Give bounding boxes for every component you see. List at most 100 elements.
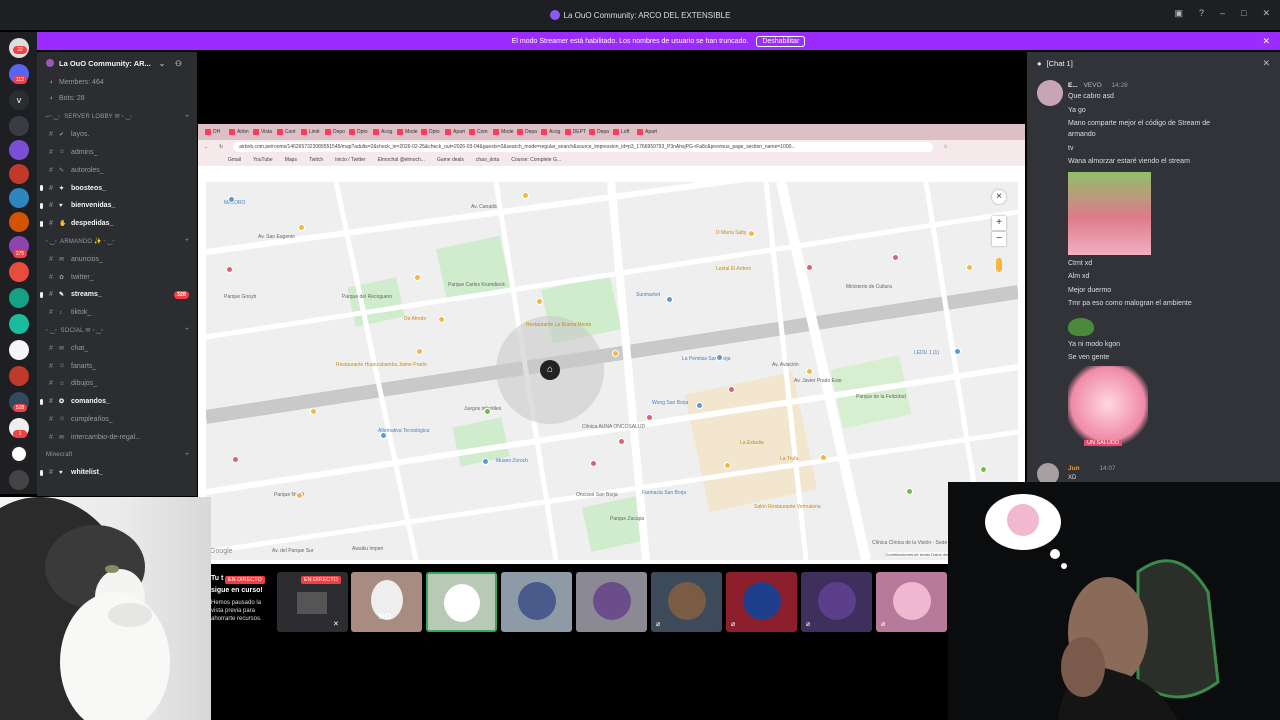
browser-tab[interactable]: DH	[202, 126, 226, 138]
map-place-label[interactable]: D María Salty	[716, 230, 746, 236]
channel-item[interactable]: # ✋ despedidas_	[37, 215, 197, 233]
map-place-label[interactable]: De Afredo	[404, 316, 426, 322]
channel-category[interactable]: ╴‿╴ ARMANDO ✨ ╴‿╴ +	[37, 233, 197, 251]
channel-item[interactable]: # ✎ streams_ 328	[37, 286, 197, 304]
server-icon[interactable]	[9, 116, 29, 136]
server-icon[interactable]	[9, 314, 29, 334]
channel-item[interactable]: # ✎ autoroles_	[37, 161, 197, 179]
channel-item[interactable]: # ✿ twitter_	[37, 268, 197, 286]
inbox-icon[interactable]: ▣	[1174, 8, 1183, 19]
map-place-label[interactable]: Salón Restaurante Vermaleria	[754, 504, 821, 510]
map-poi-pin-icon[interactable]	[696, 402, 703, 409]
server-icon[interactable]	[9, 288, 29, 308]
channel-item[interactable]: # ✦ boosteos_	[37, 179, 197, 197]
bookmark-item[interactable]: Inicio / Twitter	[335, 157, 365, 163]
zoom-in-button[interactable]: +	[992, 216, 1006, 230]
map-poi-pin-icon[interactable]	[748, 230, 755, 237]
server-icon[interactable]	[9, 164, 29, 184]
map-poi-pin-icon[interactable]	[716, 354, 723, 361]
map-poi-pin-icon[interactable]	[296, 492, 303, 499]
street-view-pegman-icon[interactable]	[996, 258, 1002, 272]
disable-streamer-button[interactable]: Deshabilitar	[756, 35, 806, 47]
close-map-button[interactable]: ×	[992, 190, 1006, 204]
participant-tile[interactable]: ⌀	[726, 572, 797, 632]
bookmark-item[interactable]: Gmail	[228, 157, 241, 163]
map-poi-pin-icon[interactable]	[820, 454, 827, 461]
participant-tile-speaking[interactable]	[426, 572, 497, 632]
browser-tab[interactable]: Mode	[490, 126, 514, 138]
map-poi-pin-icon[interactable]	[666, 296, 673, 303]
channel-category[interactable]: ⌐╴‿╴ SERVER LOBBY ✉ ╴‿╴ +	[37, 108, 197, 126]
participant-tile[interactable]	[501, 572, 572, 632]
channel-item[interactable]: # ✉ intercambio-de-regal...	[37, 428, 197, 446]
server-icon[interactable]	[9, 340, 29, 360]
minimize-button[interactable]: –	[1220, 8, 1225, 19]
map-poi-pin-icon[interactable]	[728, 386, 735, 393]
browser-tab[interactable]: Limit	[298, 126, 322, 138]
browser-tab[interactable]: Depa	[514, 126, 538, 138]
map-poi-pin-icon[interactable]	[416, 348, 423, 355]
channel-item[interactable]: # ☺ fanarts_	[37, 357, 197, 375]
map-poi-pin-icon[interactable]	[892, 254, 899, 261]
participant-tile[interactable]: NO	[351, 572, 422, 632]
map-poi-pin-icon[interactable]	[618, 438, 625, 445]
server-icon[interactable]	[9, 470, 29, 490]
browser-tab[interactable]: Vista	[250, 126, 274, 138]
map-place-label[interactable]: Sunmarket	[636, 292, 660, 298]
map-poi-pin-icon[interactable]	[612, 350, 619, 357]
channel-item[interactable]: # ♥ whitelist_	[37, 464, 197, 482]
participant-tile[interactable]: ⌀	[801, 572, 872, 632]
browser-tab[interactable]: Acog	[538, 126, 562, 138]
map-place-label[interactable]: Ministerio de Cultura	[846, 284, 892, 290]
browser-tab[interactable]: Dpto	[418, 126, 442, 138]
map-place-label[interactable]: Av. del Parque Sur	[272, 548, 314, 554]
channel-item[interactable]: # ♥ bienvenidas_	[37, 197, 197, 215]
map-place-label[interactable]: Juegos infantiles	[464, 406, 501, 412]
map-place-label[interactable]: La Trufa	[780, 456, 798, 462]
map-poi-pin-icon[interactable]	[966, 264, 973, 271]
map-place-label[interactable]: Museo Zoroch	[496, 458, 528, 464]
channel-item[interactable]: # ☺ cumpleaños_	[37, 411, 197, 429]
map-poi-pin-icon[interactable]	[980, 466, 987, 473]
map-place-label[interactable]: Clínica Clínica de la Visión - Sede	[872, 540, 947, 546]
chat-image-attachment[interactable]	[1068, 172, 1151, 255]
map-poi-pin-icon[interactable]	[522, 192, 529, 199]
bookmark-item[interactable]: Maps	[285, 157, 297, 163]
server-header[interactable]: La OuO Community: AR... ⌄ ⚇	[37, 52, 197, 74]
add-channel-icon[interactable]: +	[185, 114, 189, 120]
map-place-label[interactable]: Av. Javier Prado Este	[794, 378, 842, 384]
close-banner-icon[interactable]: ✕	[1262, 36, 1270, 47]
browser-tab[interactable]: Apart	[442, 126, 466, 138]
close-chat-icon[interactable]: ✕	[1262, 58, 1270, 69]
folder-chevron-icon[interactable]: v	[9, 90, 29, 110]
star-icon[interactable]: ☆	[943, 144, 947, 150]
bookmark-item[interactable]: YouTube	[253, 157, 273, 163]
chevron-down-icon[interactable]: ⌄	[159, 59, 165, 68]
map-view[interactable]: MAJORO Av. Canadá Av. San Eugenio Parque Go…	[206, 182, 1018, 560]
map-poi-pin-icon[interactable]	[310, 408, 317, 415]
close-window-button[interactable]: ✕	[1262, 8, 1270, 19]
browser-tab[interactable]: Loft	[610, 126, 634, 138]
map-poi-pin-icon[interactable]	[298, 224, 305, 231]
map-place-label[interactable]: Restaurante La Buena Mente	[526, 322, 591, 328]
server-icon[interactable]	[9, 188, 29, 208]
channel-category[interactable]: Minecraft +	[37, 446, 197, 464]
add-channel-icon[interactable]: +	[185, 452, 189, 458]
map-place-label[interactable]: Lestal El Ardero	[716, 266, 751, 272]
server-icon[interactable]	[9, 366, 29, 386]
author-name[interactable]: Jun	[1068, 465, 1080, 472]
maximize-button[interactable]: □	[1241, 8, 1246, 19]
channel-item[interactable]: # ✉ anuncios_	[37, 250, 197, 268]
map-poi-pin-icon[interactable]	[536, 298, 543, 305]
browser-tab[interactable]: Com	[466, 126, 490, 138]
participant-tile[interactable]	[576, 572, 647, 632]
active-server-icon[interactable]	[9, 444, 29, 464]
map-place-label[interactable]: Clínica AUNA ONCOSALUD	[582, 424, 645, 430]
channel-item[interactable]: # ✔ layos.	[37, 126, 197, 144]
participant-tile[interactable]: ⌀	[651, 572, 722, 632]
reload-icon[interactable]: ↻	[219, 144, 223, 150]
author-name[interactable]: E...	[1068, 82, 1078, 89]
add-channel-icon[interactable]: +	[185, 238, 189, 244]
map-poi-pin-icon[interactable]	[232, 456, 239, 463]
map-poi-pin-icon[interactable]	[646, 414, 653, 421]
